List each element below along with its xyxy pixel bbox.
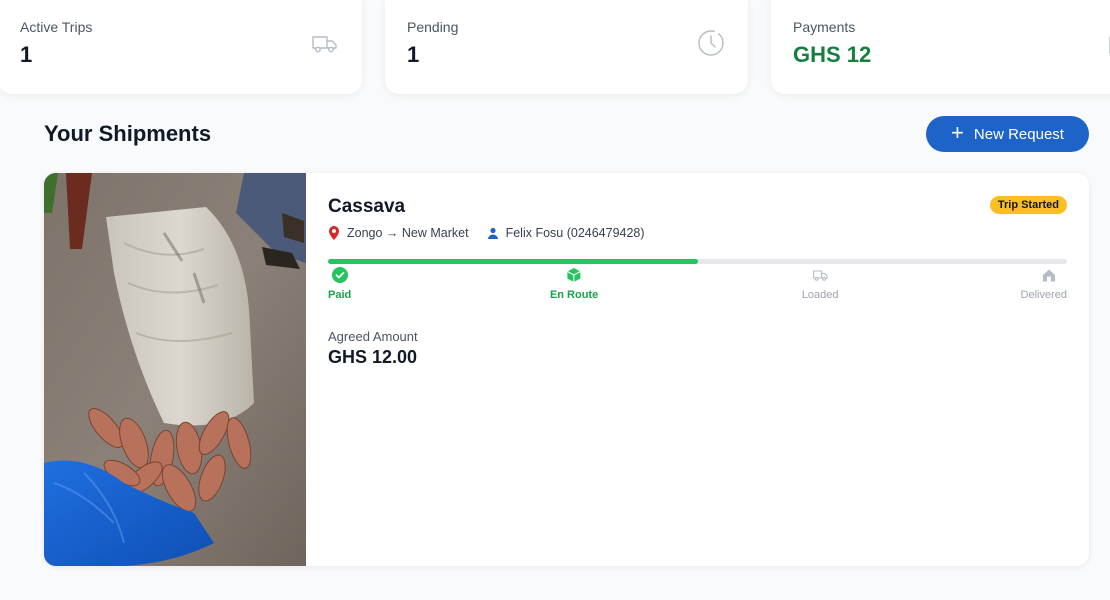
stats-row: Active Trips 1 Pending 1 Payments GHS 12 xyxy=(0,0,1110,96)
truck-icon xyxy=(812,270,828,281)
stat-card-pending[interactable]: Pending 1 xyxy=(385,0,748,94)
status-badge: Trip Started xyxy=(989,196,1067,214)
step-label: Delivered xyxy=(1020,289,1067,301)
stat-value: 1 xyxy=(20,42,33,67)
amount-label: Agreed Amount xyxy=(328,329,418,344)
step-en-route: En Route xyxy=(550,267,598,301)
stat-card-active-trips[interactable]: Active Trips 1 xyxy=(0,0,362,94)
stat-value: 1 xyxy=(407,42,420,67)
truck-icon xyxy=(312,36,337,53)
plus-icon: + xyxy=(951,120,964,145)
shipment-details: Cassava Trip Started Zongo → New Market … xyxy=(306,173,1089,566)
shipment-card[interactable]: Cassava Trip Started Zongo → New Market … xyxy=(44,173,1089,566)
shipment-meta: Zongo → New Market Felix Fosu (024647942… xyxy=(328,226,645,240)
clock-icon xyxy=(698,30,724,56)
trip-steps: Paid En Route Loaded Delivered xyxy=(328,267,1067,307)
new-request-button[interactable]: + New Request xyxy=(926,116,1089,152)
step-loaded: Loaded xyxy=(802,267,839,301)
stat-label: Pending xyxy=(407,19,459,35)
step-label: Paid xyxy=(328,289,352,301)
section-title: Your Shipments xyxy=(44,121,212,146)
step-paid: Paid xyxy=(328,267,351,301)
cargo-name: Cassava xyxy=(328,196,406,217)
person-icon xyxy=(487,227,498,239)
route-text: Zongo → New Market xyxy=(347,226,469,240)
cassava-sack-photo xyxy=(44,173,306,566)
step-label: En Route xyxy=(549,289,599,301)
step-delivered: Delivered xyxy=(1021,267,1067,301)
home-icon xyxy=(1043,269,1055,282)
stat-value: GHS 12 xyxy=(793,42,872,67)
box-icon xyxy=(567,268,581,282)
stat-label: Active Trips xyxy=(20,19,93,35)
stat-card-payments[interactable]: Payments GHS 12 xyxy=(771,0,1110,94)
location-pin-icon xyxy=(329,226,339,240)
stat-label: Payments xyxy=(793,19,856,35)
trip-progress-fill xyxy=(328,259,698,264)
step-label: Loaded xyxy=(801,289,839,301)
trip-progress-bar xyxy=(328,259,1067,264)
check-circle-icon xyxy=(331,267,348,283)
driver-text: Felix Fosu (0246479428) xyxy=(505,226,645,240)
amount-value: GHS 12.00 xyxy=(328,347,418,367)
new-request-label: New Request xyxy=(973,125,1064,143)
